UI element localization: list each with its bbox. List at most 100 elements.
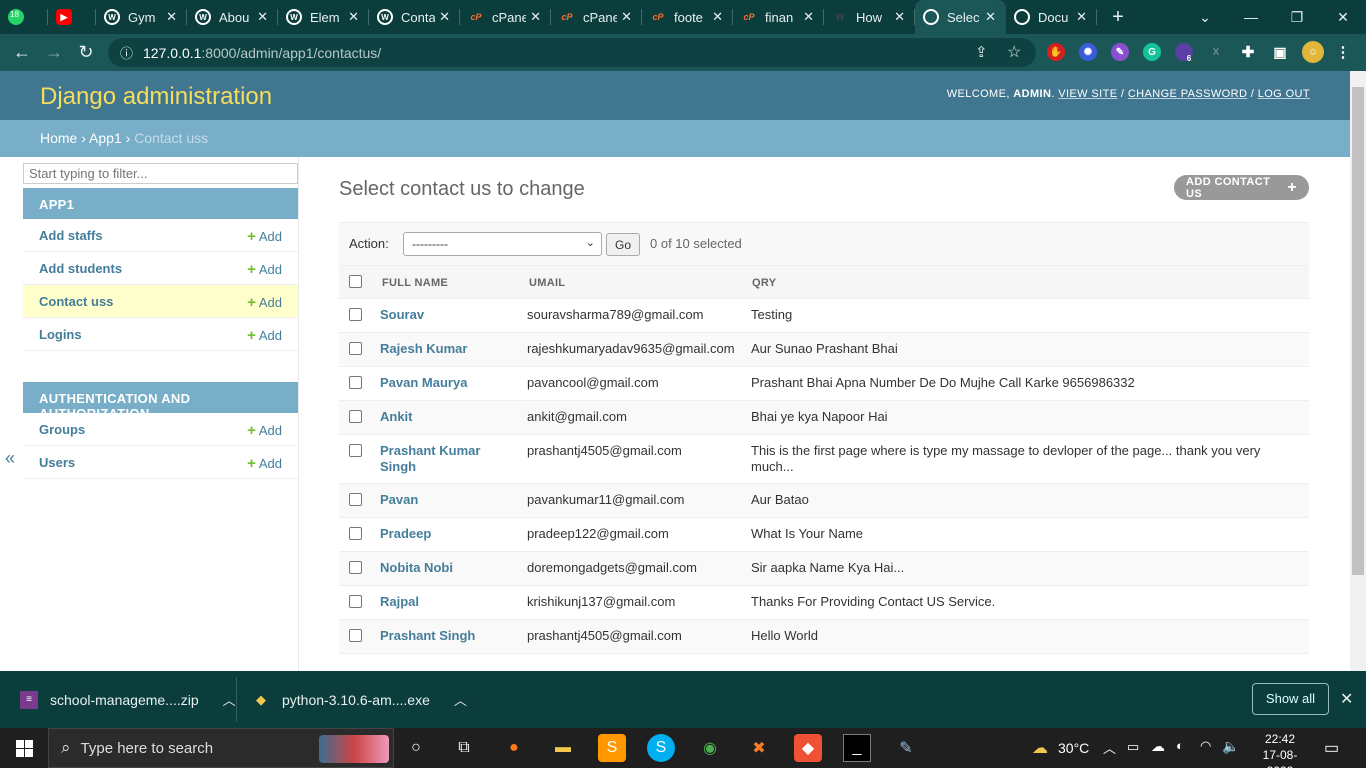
firefox-icon[interactable]: ● — [500, 734, 528, 762]
app-caption[interactable]: APP1 — [23, 188, 298, 219]
sidebar-model-link[interactable]: Add staffs — [39, 228, 103, 243]
network-drive-icon[interactable]: ▭ — [1127, 739, 1139, 755]
new-tab-icon[interactable]: + — [1103, 6, 1133, 29]
sidebar-add-link[interactable]: + Add — [247, 261, 282, 278]
chevron-up-icon[interactable]: ︿ — [223, 690, 236, 709]
row-checkbox[interactable] — [349, 342, 362, 355]
side-panel-icon[interactable]: ▣ — [1271, 43, 1289, 61]
browser-tab[interactable]: W Conta ✕ — [369, 0, 460, 34]
row-full-name-link[interactable]: Prashant Singh — [380, 628, 520, 644]
minimize-icon[interactable]: — — [1228, 0, 1274, 34]
close-icon[interactable]: ✕ — [166, 9, 177, 25]
close-icon[interactable]: ✕ — [712, 9, 723, 25]
grammarly-extension-icon[interactable]: G — [1143, 43, 1161, 61]
close-icon[interactable]: ✕ — [439, 9, 450, 25]
add-contact-us-button[interactable]: ADD CONTACT US + — [1174, 175, 1309, 200]
browser-tab[interactable]: W How ✕ — [824, 0, 915, 34]
breadcrumb-app[interactable]: App1 — [89, 130, 122, 146]
nav-filter-input[interactable] — [23, 163, 298, 184]
close-icon[interactable]: ✕ — [803, 9, 814, 25]
terminal-icon[interactable]: _ — [843, 734, 871, 762]
gear-extension-icon[interactable]: ✺ — [1079, 43, 1097, 61]
row-checkbox[interactable] — [349, 527, 362, 540]
menu-kebab-icon[interactable]: ⋮ — [1334, 43, 1352, 61]
browser-tab[interactable]: cP finan ✕ — [733, 0, 824, 34]
sidebar-model-link[interactable]: Contact uss — [39, 294, 113, 309]
sidebar-model-link[interactable]: Logins — [39, 327, 82, 342]
cortana-icon[interactable]: ○ — [402, 734, 430, 762]
browser-tab[interactable]: W Gym ✕ — [96, 0, 187, 34]
windows-start-icon[interactable] — [0, 728, 48, 768]
row-full-name-link[interactable]: Prashant Kumar Singh — [380, 443, 520, 475]
sidebar-add-link[interactable]: + Add — [247, 327, 282, 344]
feather-extension-icon[interactable]: ✎ — [1111, 43, 1129, 61]
sidebar-model-link[interactable]: Groups — [39, 422, 85, 437]
browser-tab[interactable]: W Abou ✕ — [187, 0, 278, 34]
browser-tab[interactable]: cP cPane ✕ — [551, 0, 642, 34]
taskbar-search-input[interactable]: ⌕ Type here to search — [48, 728, 394, 768]
close-icon[interactable]: ✕ — [894, 9, 905, 25]
back-icon[interactable]: ← — [6, 42, 38, 63]
row-checkbox[interactable] — [349, 493, 362, 506]
sidebar-model-link[interactable]: Users — [39, 455, 75, 470]
sidebar-add-link[interactable]: + Add — [247, 455, 282, 472]
task-view-icon[interactable]: ⧉ — [450, 734, 478, 762]
sidebar-add-link[interactable]: + Add — [247, 294, 282, 311]
x-extension-icon[interactable]: X — [1207, 43, 1225, 61]
row-full-name-link[interactable]: Pradeep — [380, 526, 520, 542]
sidebar-model-link[interactable]: Add students — [39, 261, 122, 276]
close-icon[interactable]: ✕ — [530, 9, 541, 25]
weather-icon[interactable]: ☁ — [1026, 734, 1054, 762]
profile-avatar-icon[interactable]: ☺ — [1302, 41, 1324, 63]
row-full-name-link[interactable]: Rajesh Kumar — [380, 341, 520, 357]
reload-icon[interactable]: ↻ — [70, 42, 102, 63]
temperature[interactable]: 30°C — [1058, 740, 1089, 756]
app-tray-icon[interactable]: ◐ — [1176, 738, 1184, 753]
browser-tab[interactable]: W Elem ✕ — [278, 0, 369, 34]
scrollbar-thumb[interactable] — [1352, 87, 1364, 575]
git-icon[interactable]: ◆ — [794, 734, 822, 762]
row-checkbox[interactable] — [349, 444, 362, 457]
notification-icon[interactable]: ▭ — [1324, 738, 1339, 758]
sidebar-add-link[interactable]: + Add — [247, 422, 282, 439]
volume-icon[interactable]: 🔈 — [1222, 738, 1239, 755]
show-all-downloads-button[interactable]: Show all — [1252, 683, 1329, 715]
close-icon[interactable]: ✕ — [257, 9, 268, 25]
chevron-up-icon[interactable]: ︿ — [454, 690, 467, 709]
onedrive-icon[interactable]: ☁ — [1151, 738, 1165, 755]
breadcrumb-home[interactable]: Home — [40, 130, 77, 146]
select-all-checkbox[interactable] — [349, 275, 362, 288]
row-full-name-link[interactable]: Rajpal — [380, 594, 520, 610]
collapse-sidebar-icon[interactable]: « — [5, 448, 15, 469]
xampp-icon[interactable]: ✖ — [745, 734, 773, 762]
row-checkbox[interactable] — [349, 629, 362, 642]
close-icon[interactable]: ✕ — [621, 9, 632, 25]
logout-link[interactable]: LOG OUT — [1258, 88, 1310, 100]
browser-tab[interactable]: 18 — [0, 0, 48, 34]
tab-search-icon[interactable]: ⌄ — [1182, 0, 1228, 34]
bookmark-star-icon[interactable]: ☆ — [1007, 42, 1021, 62]
paint-icon[interactable]: ✎ — [892, 734, 920, 762]
file-explorer-icon[interactable]: ▬ — [549, 734, 577, 762]
site-name[interactable]: Django administration — [40, 83, 272, 111]
view-site-link[interactable]: VIEW SITE — [1058, 88, 1117, 100]
row-checkbox[interactable] — [349, 410, 362, 423]
column-header-full-name[interactable]: FULL NAME — [382, 277, 448, 289]
change-password-link[interactable]: CHANGE PASSWORD — [1128, 88, 1247, 100]
forward-icon[interactable]: → — [38, 42, 70, 63]
app-caption[interactable]: AUTHENTICATION AND AUTHORIZATION — [23, 382, 298, 421]
url-bar[interactable]: ⓘ 127.0.0.1:8000/admin/app1/contactus/ — [108, 38, 1036, 67]
go-button[interactable]: Go — [606, 233, 640, 256]
download-item[interactable]: ◆ python-3.10.6-am....exe ︿ — [252, 671, 467, 728]
column-header-umail[interactable]: UMAIL — [529, 277, 565, 289]
browser-tab[interactable]: Docu ✕ — [1006, 0, 1097, 34]
row-checkbox[interactable] — [349, 308, 362, 321]
puzzle-extensions-icon[interactable]: ✚ — [1239, 43, 1257, 61]
skype-icon[interactable]: S — [647, 734, 675, 762]
sidebar-add-link[interactable]: + Add — [247, 228, 282, 245]
download-item[interactable]: ≡ school-manageme....zip ︿ — [20, 671, 236, 728]
row-full-name-link[interactable]: Ankit — [380, 409, 520, 425]
column-header-qry[interactable]: QRY — [752, 277, 776, 289]
row-checkbox[interactable] — [349, 595, 362, 608]
row-full-name-link[interactable]: Pavan Maurya — [380, 375, 520, 391]
